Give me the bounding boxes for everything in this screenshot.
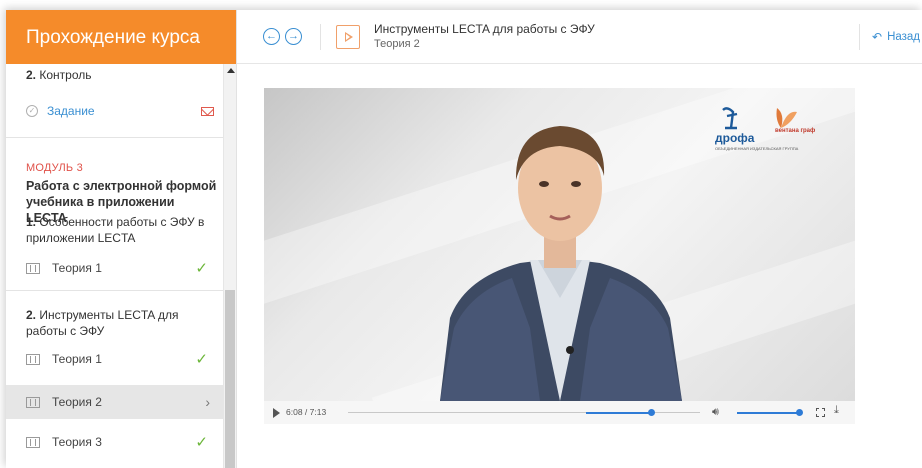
seek-fill bbox=[586, 412, 651, 414]
module-label: МОДУЛЬ 3 bbox=[26, 162, 83, 174]
prev-lesson-button[interactable]: ← bbox=[263, 28, 280, 45]
checkmark-icon: ✓ bbox=[195, 351, 208, 368]
section-2-title: 2. Инструменты LECTA для работы с ЭФУ bbox=[26, 308, 179, 338]
sidebar-item-theory-1[interactable]: Теория 1 ✓ bbox=[6, 251, 224, 285]
divider bbox=[859, 24, 860, 50]
course-sidebar: Прохождение курса 2. Контроль ✓ Задание … bbox=[6, 10, 237, 468]
video-file-icon bbox=[26, 396, 40, 408]
video-lesson-icon bbox=[336, 25, 360, 49]
app-window: Прохождение курса 2. Контроль ✓ Задание … bbox=[6, 10, 922, 468]
chevron-right-icon: › bbox=[205, 394, 210, 410]
video-controls: 6:08 / 7:13 🔊︎ ⤓ bbox=[264, 401, 855, 424]
section-1-title: 1. Особенности работы с ЭФУ в приложении… bbox=[26, 215, 205, 245]
envelope-icon bbox=[201, 106, 214, 116]
video-file-icon bbox=[26, 436, 40, 448]
fullscreen-icon[interactable] bbox=[816, 408, 825, 417]
logo-drofa-text: дрофа bbox=[715, 131, 755, 145]
presenter-image bbox=[440, 126, 682, 401]
checkmark-icon: ✓ bbox=[195, 260, 208, 277]
undo-arrow-icon: ↶ bbox=[872, 30, 883, 44]
checkmark-icon: ✓ bbox=[195, 434, 208, 451]
logo-caption: ОБЪЕДИНЕННАЯ ИЗДАТЕЛЬСКАЯ ГРУППА bbox=[715, 146, 799, 151]
sidebar-item-theory-2[interactable]: Теория 2 › bbox=[6, 385, 224, 419]
sidebar-item-theory-1[interactable]: Теория 1 ✓ bbox=[6, 342, 224, 376]
divider bbox=[6, 290, 224, 291]
task-label: Задание bbox=[47, 104, 95, 118]
divider bbox=[6, 137, 224, 138]
scroll-thumb[interactable] bbox=[225, 290, 235, 468]
sidebar-title: Прохождение курса bbox=[6, 10, 236, 64]
sidebar-item-theory-3[interactable]: Теория 3 ✓ bbox=[6, 425, 224, 459]
next-lesson-button[interactable]: → bbox=[285, 28, 302, 45]
video-file-icon bbox=[26, 353, 40, 365]
course-outline: 2. Контроль ✓ Задание МОДУЛЬ 3 Работа с … bbox=[6, 64, 224, 468]
scroll-up-arrow-icon[interactable] bbox=[227, 68, 235, 73]
check-circle-icon: ✓ bbox=[26, 105, 38, 117]
divider bbox=[320, 24, 321, 50]
lesson-subtitle: Теория 2 bbox=[374, 38, 420, 50]
publisher-logo: дрофа вентана граф ОБЪЕДИНЕННАЯ ИЗДАТЕЛЬ… bbox=[715, 106, 825, 156]
control-section-title: 2. Контроль bbox=[26, 68, 92, 82]
play-icon[interactable] bbox=[273, 408, 280, 418]
sidebar-scrollbar[interactable] bbox=[223, 64, 236, 468]
video-player[interactable]: дрофа вентана граф ОБЪЕДИНЕННАЯ ИЗДАТЕЛЬ… bbox=[264, 88, 855, 401]
lesson-title: Инструменты LECTA для работы с ЭФУ bbox=[374, 22, 595, 36]
seek-handle[interactable] bbox=[647, 409, 655, 416]
volume-icon[interactable]: 🔊︎ bbox=[712, 406, 719, 419]
volume-fill bbox=[737, 412, 799, 414]
download-icon[interactable]: ⤓ bbox=[834, 404, 839, 417]
task-item[interactable]: ✓ Задание bbox=[26, 104, 214, 118]
logo-ventana-text: вентана граф bbox=[775, 128, 816, 134]
time-display: 6:08 / 7:13 bbox=[286, 407, 327, 417]
volume-handle[interactable] bbox=[796, 409, 803, 416]
back-button[interactable]: ↶ Назад bbox=[872, 30, 920, 44]
video-file-icon bbox=[26, 262, 40, 274]
lesson-topbar: ← → Инструменты LECTA для работы с ЭФУ Т… bbox=[237, 10, 922, 64]
